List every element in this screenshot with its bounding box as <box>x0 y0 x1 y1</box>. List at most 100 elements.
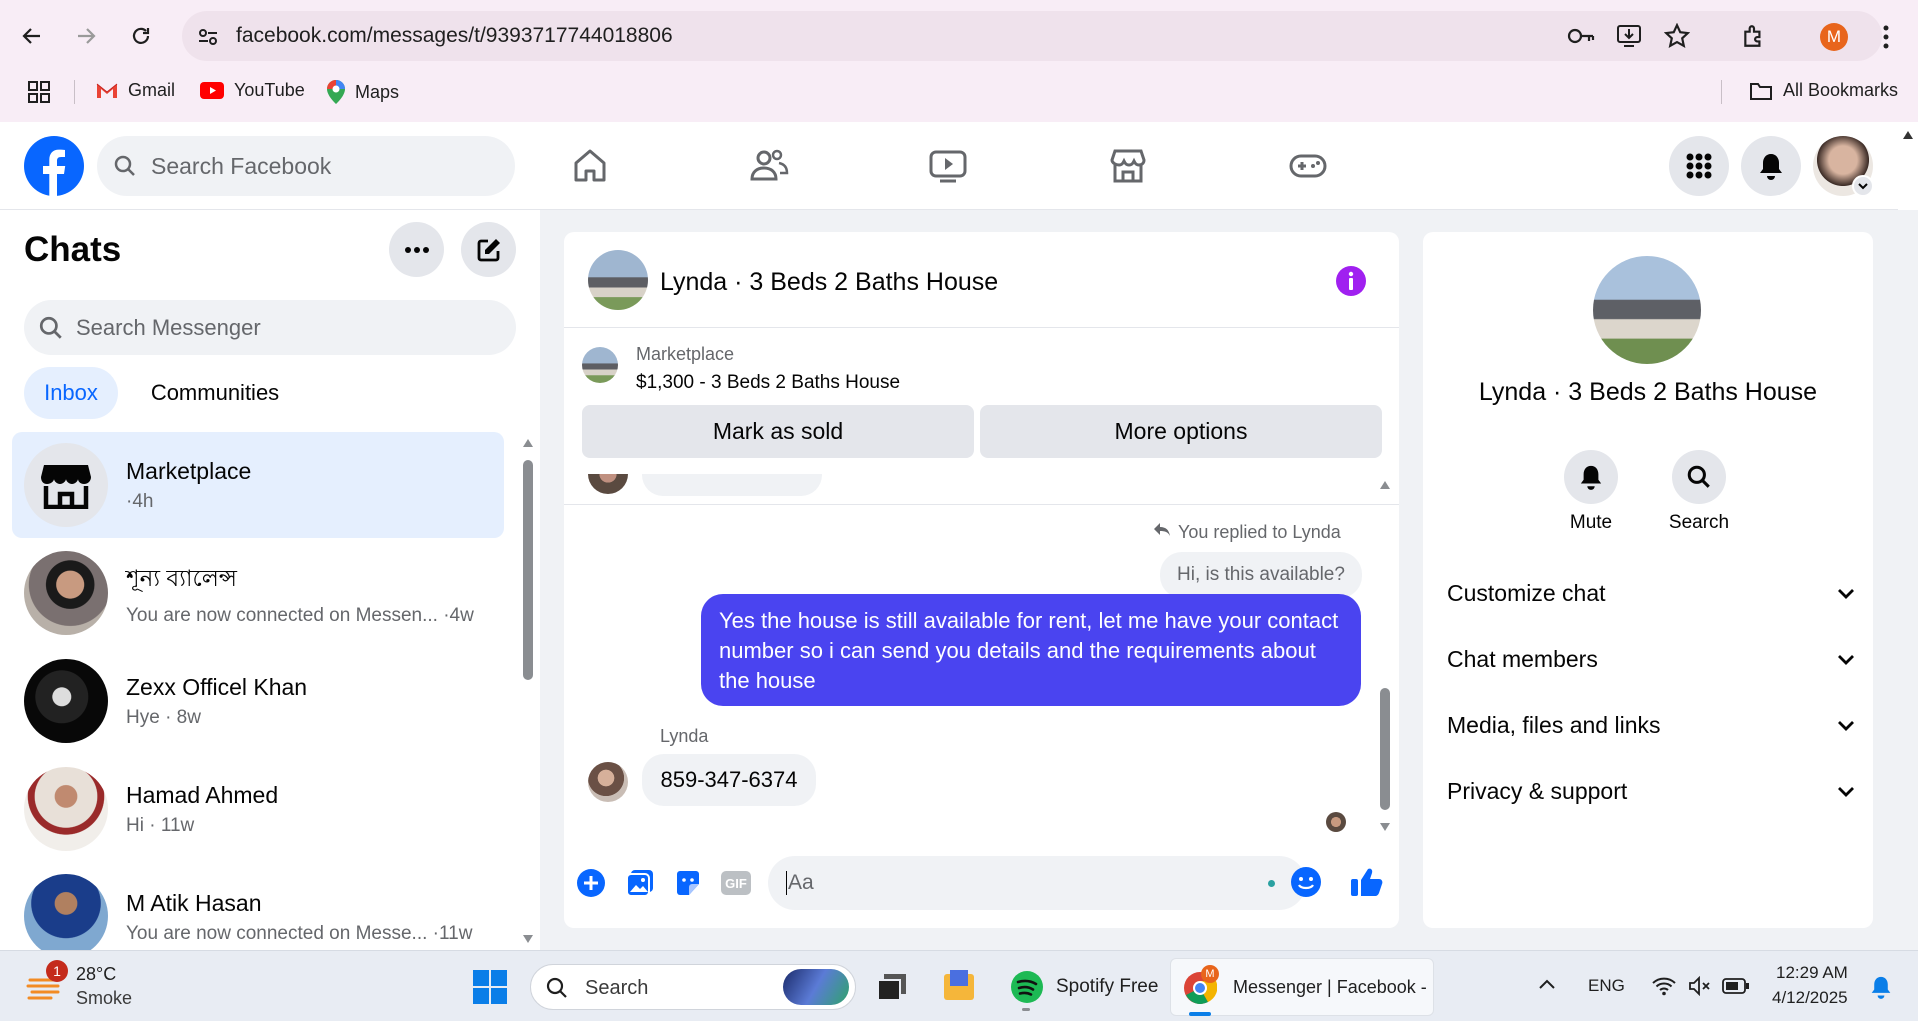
bookmark-label: Maps <box>355 81 400 102</box>
section-label: Privacy & support <box>1447 778 1628 804</box>
facebook-logo-icon[interactable] <box>24 136 84 196</box>
messenger-search-input[interactable]: Search Messenger <box>24 300 516 355</box>
active-indicator <box>1189 1012 1211 1016</box>
apps-grid-icon[interactable] <box>28 81 50 103</box>
language-indicator[interactable]: ENG <box>1588 976 1625 996</box>
conversation-title[interactable]: Lynda · 3 Beds 2 Baths House <box>660 268 998 297</box>
bookmark-gmail[interactable]: Gmail <box>96 80 175 101</box>
gaming-icon[interactable] <box>1288 146 1328 186</box>
compose-icon <box>477 238 500 261</box>
url-text[interactable]: facebook.com/messages/t/9393717744018806 <box>236 24 673 48</box>
search-highlight-image <box>783 969 849 1005</box>
sender-avatar <box>588 474 628 494</box>
taskbar-search[interactable]: Search <box>530 964 856 1010</box>
home-icon[interactable] <box>570 146 610 186</box>
chat-name: Marketplace <box>126 457 252 484</box>
back-icon[interactable] <box>20 24 44 48</box>
details-avatar[interactable] <box>1593 256 1701 364</box>
wifi-icon[interactable] <box>1652 976 1676 996</box>
notification-bell-icon[interactable] <box>1870 974 1892 1000</box>
bookmark-star-icon[interactable] <box>1664 23 1690 49</box>
more-options-button[interactable]: More options <box>980 405 1382 458</box>
customize-chat-row[interactable]: Customize chat <box>1447 580 1855 607</box>
menu-grid-button[interactable] <box>1669 136 1729 196</box>
messenger-taskbar-item[interactable]: M Messenger | Facebook - <box>1170 958 1434 1016</box>
mute-label: Mute <box>1569 512 1613 533</box>
clock-date[interactable]: 4/12/2025 <box>1772 988 1848 1008</box>
media-files-links-row[interactable]: Media, files and links <box>1447 712 1855 739</box>
chevron-up-icon[interactable] <box>1538 978 1556 990</box>
their-message-bubble[interactable]: 859-347-6374 <box>642 754 816 806</box>
bookmark-youtube[interactable]: YouTube <box>200 80 305 101</box>
chat-item-zexx-officel-khan[interactable]: Zexx Officel Khan Hye · 8w <box>12 648 504 754</box>
info-icon[interactable] <box>1335 265 1367 297</box>
browser-menu-icon[interactable] <box>1883 25 1889 49</box>
mute-button[interactable] <box>1564 450 1618 504</box>
quoted-message-bubble[interactable]: Hi, is this available? <box>1160 552 1362 598</box>
sender-avatar[interactable] <box>588 762 628 802</box>
forward-icon[interactable] <box>74 24 98 48</box>
bookmark-maps[interactable]: Maps <box>327 80 399 104</box>
avatar <box>24 659 108 743</box>
section-label: Media, files and links <box>1447 712 1661 738</box>
conversation-avatar[interactable] <box>588 250 648 310</box>
tab-communities[interactable]: Communities <box>138 367 292 419</box>
chat-preview: Hi · 11w <box>126 814 195 836</box>
youtube-icon <box>200 82 224 99</box>
task-view-icon[interactable] <box>876 972 908 1002</box>
privacy-support-row[interactable]: Privacy & support <box>1447 778 1855 805</box>
chat-item-m-atik-hasan[interactable]: M Atik Hasan You are now connected on Me… <box>12 864 504 950</box>
clock-time[interactable]: 12:29 AM <box>1776 963 1848 983</box>
avatar <box>24 443 108 527</box>
friends-icon[interactable] <box>749 146 789 186</box>
chat-members-row[interactable]: Chat members <box>1447 646 1855 673</box>
add-attachment-icon[interactable] <box>576 868 606 898</box>
video-icon[interactable] <box>928 146 968 186</box>
facebook-search-input[interactable]: Search Facebook <box>97 136 515 196</box>
chats-scrollbar[interactable] <box>520 436 536 950</box>
profile-badge: M <box>1201 965 1219 983</box>
reload-icon[interactable] <box>129 24 153 48</box>
all-bookmarks[interactable]: All Bookmarks <box>1749 80 1898 101</box>
install-app-icon[interactable] <box>1615 22 1643 50</box>
mark-as-sold-button[interactable]: Mark as sold <box>582 405 974 458</box>
sticker-icon[interactable] <box>673 868 703 898</box>
chat-preview: You are now connected on Messe... ·11w <box>126 923 473 944</box>
more-dots-icon <box>404 246 429 253</box>
chats-options-button[interactable] <box>389 222 444 277</box>
notifications-button[interactable] <box>1741 136 1801 196</box>
message-composer-input[interactable]: Aa <box>768 856 1306 910</box>
tab-inbox[interactable]: Inbox <box>24 367 118 419</box>
seen-avatar <box>1326 812 1346 832</box>
search-conversation-button[interactable] <box>1672 450 1726 504</box>
my-message-bubble[interactable]: Yes the house is still available for ren… <box>701 594 1361 706</box>
like-icon[interactable] <box>1350 866 1384 898</box>
new-message-button[interactable] <box>461 222 516 277</box>
start-button[interactable] <box>473 970 507 1004</box>
maps-pin-icon <box>327 80 345 104</box>
chat-item-shunno-balance[interactable]: শূন্য ব্যালেন্স You are now connected on… <box>12 540 504 646</box>
file-explorer-icon[interactable] <box>942 968 976 1002</box>
profile-avatar[interactable]: M <box>1820 23 1848 51</box>
account-chevron-icon[interactable] <box>1852 175 1874 197</box>
emoji-icon[interactable] <box>1290 866 1322 898</box>
all-bookmarks-label: All Bookmarks <box>1783 80 1899 100</box>
chat-item-marketplace[interactable]: Marketplace ·4h <box>12 432 504 538</box>
listing-title[interactable]: $1,300 - 3 Beds 2 Baths House <box>636 372 900 394</box>
extensions-icon[interactable] <box>1741 23 1767 49</box>
divider <box>1721 80 1722 104</box>
marketplace-store-icon <box>41 465 91 509</box>
password-key-icon[interactable] <box>1567 24 1595 48</box>
marketplace-label: Marketplace <box>636 344 735 364</box>
weather-widget[interactable]: 1 28°C Smoke <box>26 960 146 1012</box>
battery-icon[interactable] <box>1722 978 1750 994</box>
volume-muted-icon[interactable] <box>1688 976 1712 996</box>
bell-icon <box>1580 465 1602 490</box>
gif-button[interactable]: GIF <box>721 871 751 895</box>
photo-icon[interactable] <box>625 868 655 898</box>
spotify-taskbar-item[interactable]: Spotify Free <box>1006 964 1158 1011</box>
marketplace-icon[interactable] <box>1108 146 1148 186</box>
messages-scrollbar[interactable] <box>1376 478 1394 836</box>
site-info-icon[interactable] <box>197 26 219 48</box>
chat-item-hamad-ahmed[interactable]: Hamad Ahmed Hi · 11w <box>12 756 504 862</box>
